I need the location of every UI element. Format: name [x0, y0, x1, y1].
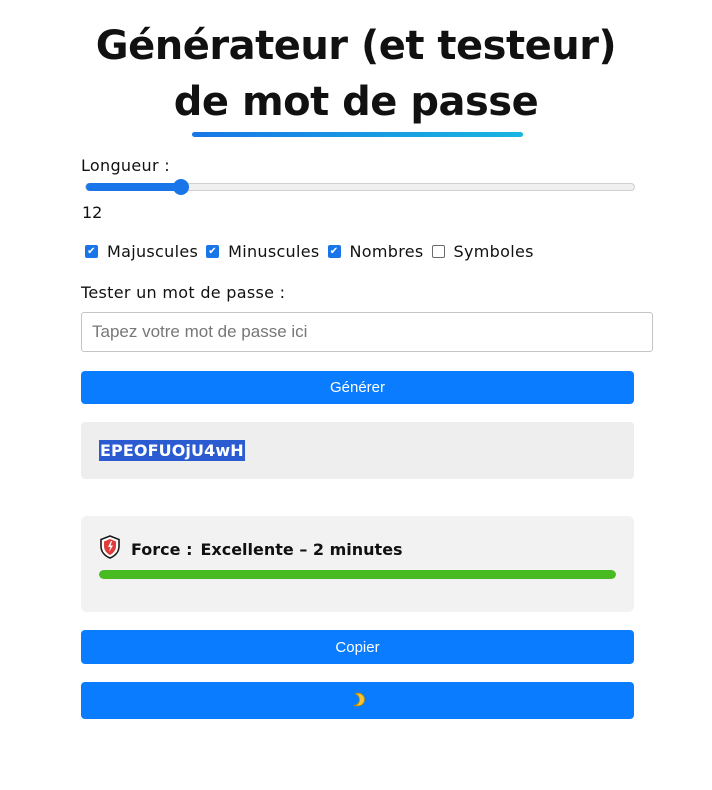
strength-progress-track	[99, 570, 616, 579]
options-row: ✔ Majuscules ✔ Minuscules ✔ Nombres Symb…	[85, 242, 542, 261]
symbols-checkbox[interactable]	[431, 245, 445, 258]
copy-button[interactable]: Copier	[81, 630, 634, 664]
numbers-checkbox[interactable]: ✔	[327, 245, 341, 258]
lowercase-checkbox[interactable]: ✔	[206, 245, 220, 258]
generated-password-box: EPEOFUOjU4wH	[81, 422, 634, 479]
option-lowercase[interactable]: ✔ Minuscules	[206, 242, 319, 261]
length-label: Longueur :	[81, 156, 170, 175]
generated-password[interactable]: EPEOFUOjU4wH	[99, 440, 245, 461]
length-slider[interactable]	[85, 179, 635, 195]
password-test-input[interactable]	[81, 312, 653, 352]
slider-fill	[86, 183, 182, 191]
title-underline	[192, 132, 523, 137]
app-container: Générateur (et testeur) de mot de passe …	[0, 0, 712, 790]
strength-prefix: Force :	[131, 539, 193, 559]
strength-panel: Force : Excellente – 2 minutes	[81, 516, 634, 612]
tester-label: Tester un mot de passe :	[81, 283, 286, 302]
numbers-label: Nombres	[349, 242, 424, 261]
lowercase-label: Minuscules	[228, 242, 320, 261]
length-value: 12	[82, 203, 103, 222]
moon-icon	[349, 690, 367, 712]
symbols-label: Symboles	[453, 242, 534, 261]
slider-thumb[interactable]	[173, 179, 190, 195]
page-title: Générateur (et testeur) de mot de passe	[0, 18, 712, 130]
title-line-2: de mot de passe	[173, 79, 539, 125]
uppercase-label: Majuscules	[107, 242, 199, 261]
option-numbers[interactable]: ✔ Nombres	[327, 242, 424, 261]
strength-progress-fill	[99, 570, 616, 579]
uppercase-checkbox[interactable]: ✔	[85, 245, 98, 258]
title-line-1: Générateur (et testeur)	[95, 23, 617, 69]
generate-button[interactable]: Générer	[81, 371, 634, 404]
strength-row: Force : Excellente – 2 minutes	[99, 535, 403, 563]
theme-toggle-button[interactable]	[81, 682, 634, 719]
strength-value: Excellente – 2 minutes	[200, 539, 403, 559]
shield-icon	[99, 535, 121, 563]
option-symbols[interactable]: Symboles	[431, 242, 534, 261]
option-uppercase[interactable]: ✔ Majuscules	[85, 242, 198, 261]
